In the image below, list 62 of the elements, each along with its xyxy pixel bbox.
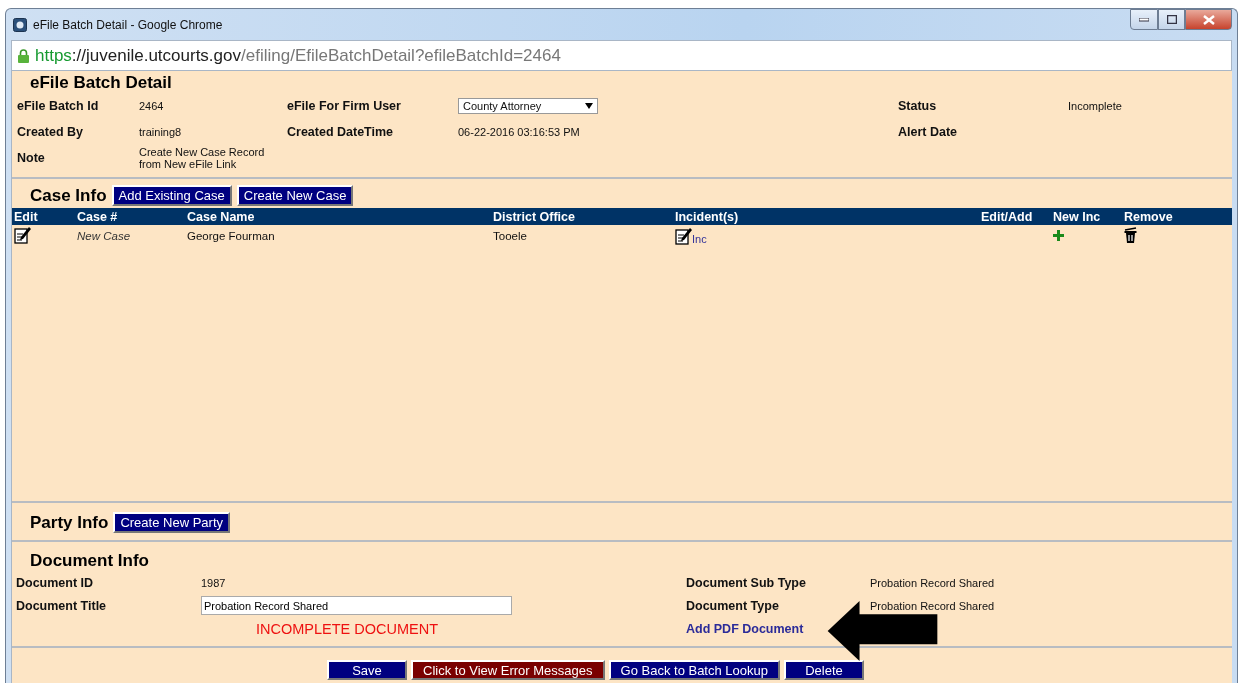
field-label: Document Sub Type <box>686 575 806 590</box>
close-button[interactable] <box>1185 9 1232 30</box>
action-button[interactable]: Click to View Error Messages <box>411 660 605 680</box>
field-label: Document Title <box>16 598 107 613</box>
url-text: https://juvenile.utcourts.gov/efiling/EfileBatchDetail?efileBatchId=2464 <box>35 45 561 66</box>
column-header: New Inc <box>1053 209 1102 224</box>
field-label: Note <box>17 150 46 167</box>
column-header: Edit <box>14 209 39 224</box>
plus-icon[interactable] <box>1053 229 1064 241</box>
minimize-button[interactable] <box>1130 9 1158 30</box>
column-header: Case Name <box>187 209 256 224</box>
edit-icon[interactable] <box>675 227 692 245</box>
column-header: District Office <box>493 209 576 224</box>
address-bar[interactable]: https://juvenile.utcourts.gov/efiling/EfileBatchDetail?efileBatchId=2464 <box>11 40 1232 71</box>
page-heading: eFile Batch Detail <box>29 72 173 93</box>
lock-icon <box>18 48 29 63</box>
field-label: Document ID <box>16 575 94 590</box>
field-value: training8 <box>139 126 182 138</box>
trash-icon[interactable] <box>1124 227 1137 243</box>
field-label: Created DateTime <box>287 124 395 141</box>
section-heading: Document Info <box>30 551 149 571</box>
firm-user-dropdown[interactable]: County Attorney <box>458 98 598 114</box>
field-label: eFile For Firm User <box>287 98 402 115</box>
field-value: 06-22-2016 03:16:53 PM <box>458 126 580 138</box>
add-pdf-link[interactable]: Add PDF Document <box>686 621 804 636</box>
field-label: Alert Date <box>898 124 959 141</box>
edit-icon[interactable] <box>14 226 31 244</box>
maximize-icon <box>1166 15 1177 24</box>
document-title-field[interactable]: Probation Record Shared <box>201 596 512 615</box>
column-header: Remove <box>1124 209 1174 224</box>
column-header: Incident(s) <box>675 209 740 224</box>
field-label: eFile Batch Id <box>17 98 100 115</box>
section-heading: Case Info <box>30 185 107 206</box>
action-button[interactable]: Create New Party <box>113 512 230 533</box>
field-label: Created By <box>17 124 84 141</box>
action-button[interactable]: Create New Case <box>236 185 354 206</box>
column-header: Case # <box>77 209 119 224</box>
field-value: Probation Record Shared <box>870 599 995 612</box>
field-value: 1987 <box>201 576 226 589</box>
field-value: Create New Case Record from New eFile Link <box>139 146 266 170</box>
window-title: eFile Batch Detail - Google Chrome <box>33 17 223 32</box>
table-cell: New Case <box>77 230 131 242</box>
field-label: Document Type <box>686 598 779 613</box>
column-header: Edit/Add <box>981 209 1034 224</box>
action-button[interactable]: Go Back to Batch Lookup <box>608 660 780 680</box>
maximize-button[interactable] <box>1158 9 1185 30</box>
caret-icon <box>585 103 593 109</box>
field-value: 2464 <box>139 100 164 112</box>
status-message: INCOMPLETE DOCUMENT <box>256 620 439 637</box>
close-icon <box>1202 14 1215 25</box>
app-icon <box>13 17 27 32</box>
table-cell: Tooele <box>493 230 527 242</box>
section-heading: Party Info <box>30 512 109 533</box>
minimize-icon <box>1139 17 1149 22</box>
field-value: Probation Record Shared <box>870 576 995 589</box>
action-button[interactable]: Save <box>327 660 407 680</box>
incident-link[interactable]: Inc <box>692 233 707 245</box>
action-button[interactable]: Add Existing Case <box>111 185 232 206</box>
field-value: Incomplete <box>1068 100 1122 112</box>
table-cell: George Fourman <box>187 230 275 242</box>
field-label: Status <box>898 98 938 115</box>
action-button[interactable]: Delete <box>784 660 864 680</box>
